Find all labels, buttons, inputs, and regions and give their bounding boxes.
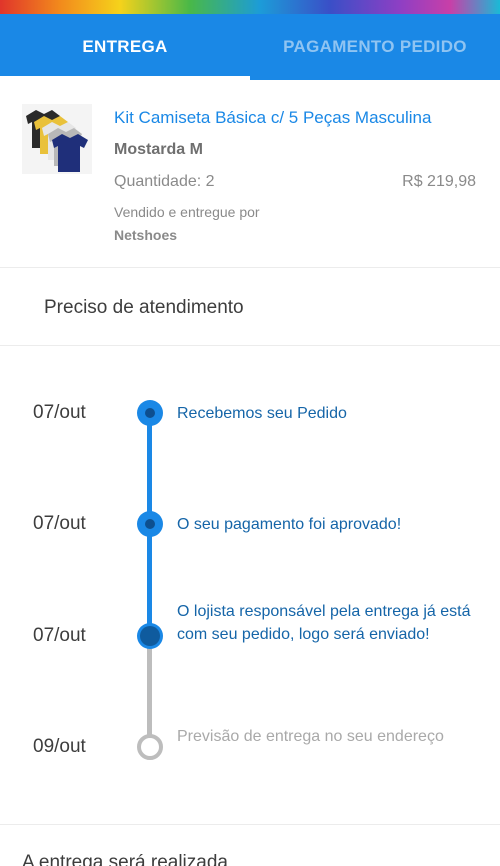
step-2-dot [137, 511, 163, 537]
step-1-dot [137, 400, 163, 426]
step-3-text: O lojista responsável pela entrega já es… [177, 603, 471, 643]
product-thumbnail[interactable] [22, 104, 92, 174]
step-2-date: 07/out [33, 513, 86, 534]
step-4-text: Previsão de entrega no seu endereço [177, 728, 444, 745]
tab-entrega[interactable]: ENTREGA [0, 14, 250, 80]
step-1-text: Recebemos seu Pedido [177, 405, 347, 422]
tab-bar: ENTREGA PAGAMENTO PEDIDO [0, 14, 500, 80]
seller-name: Netshoes [114, 227, 178, 243]
sold-by-label: Vendido e entregue por [114, 204, 260, 220]
tab-pagamento-pedido[interactable]: PAGAMENTO PEDIDO [250, 14, 500, 80]
order-timeline: 07/out Recebemos seu Pedido 07/out O seu… [0, 346, 500, 824]
delivery-info-heading: A entrega será realizada [22, 852, 228, 866]
product-variant: Mostarda M [114, 141, 203, 158]
section-divider [0, 824, 500, 825]
step-3-date: 07/out [33, 625, 86, 646]
step-2-text: O seu pagamento foi aprovado! [177, 516, 402, 533]
product-quantity: Quantidade: 2 [114, 173, 215, 190]
product-title-link[interactable]: Kit Camiseta Básica c/ 5 Peças Masculina [114, 108, 431, 128]
tab-pagamento-label: PAGAMENTO PEDIDO [283, 37, 467, 56]
tab-entrega-label: ENTREGA [82, 37, 168, 56]
help-label: Preciso de atendimento [44, 297, 244, 318]
step-3-dot [137, 623, 163, 649]
top-rainbow-bar [0, 0, 500, 14]
step-1-date: 07/out [33, 402, 86, 423]
product-price: R$ 219,98 [402, 173, 476, 190]
help-button[interactable]: Preciso de atendimento [0, 268, 500, 346]
step-4-dot [137, 734, 163, 760]
timeline-line-pending [147, 636, 152, 744]
product-card: Kit Camiseta Básica c/ 5 Peças Masculina… [0, 80, 500, 268]
step-4-date: 09/out [33, 736, 86, 757]
